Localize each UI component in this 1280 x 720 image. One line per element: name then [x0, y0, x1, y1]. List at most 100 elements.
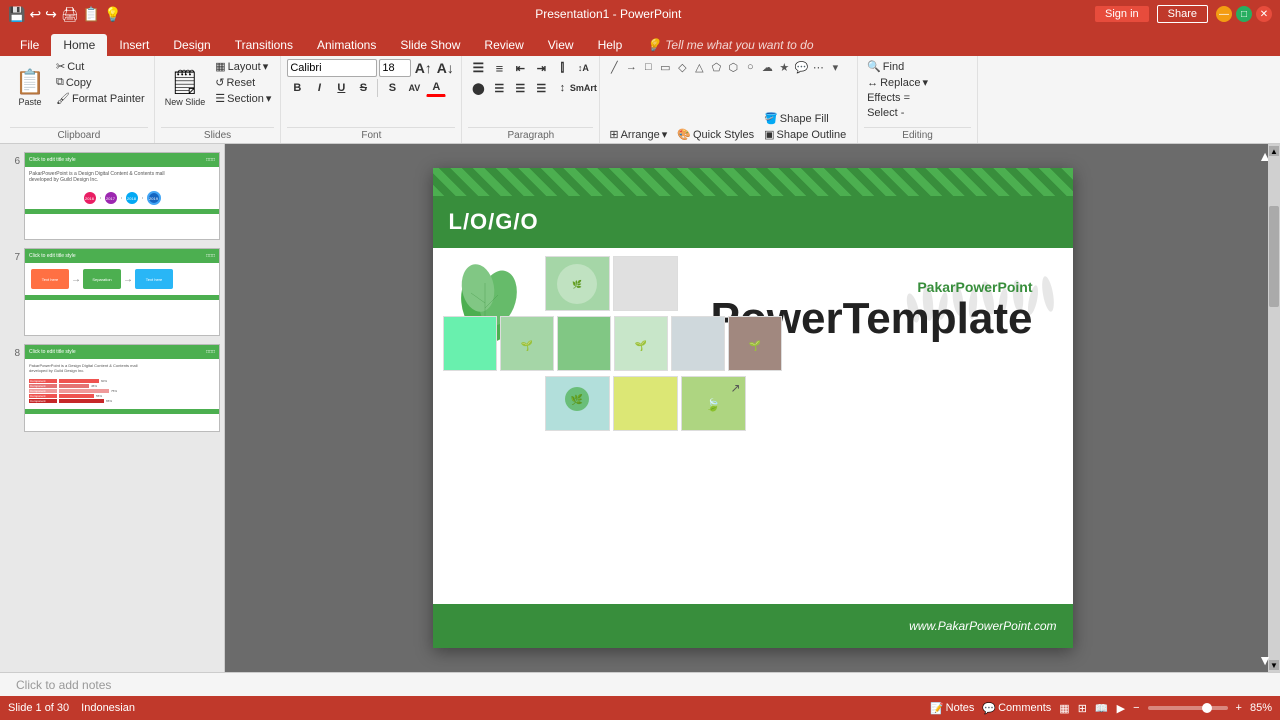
slide-canvas[interactable]: L/O/G/O [433, 168, 1073, 648]
slide-thumbnail-8[interactable]: Click to edit title style □□□ PakarPower… [24, 344, 220, 432]
slide-thumbnail-6[interactable]: Click to edit title style □□□ PakarPower… [24, 152, 220, 240]
zoom-thumb[interactable] [1202, 703, 1212, 713]
tab-design[interactable]: Design [161, 34, 222, 56]
font-color-button[interactable]: A [426, 79, 446, 97]
maximize-button[interactable]: □ [1236, 6, 1252, 22]
shape-star[interactable]: ★ [776, 59, 792, 75]
slide-thumbnail-7[interactable]: Click to edit title style □□□ Text here … [24, 248, 220, 336]
shape-hexagon[interactable]: ⬡ [725, 59, 741, 75]
replace-button[interactable]: ↔ Replace ▾ [864, 75, 931, 90]
scroll-up-arrow[interactable]: ▲ [1269, 146, 1279, 156]
align-center-button[interactable]: ☰ [489, 79, 509, 97]
shadow-button[interactable]: S [382, 79, 402, 97]
quick-styles-button[interactable]: 🎨 Quick Styles [674, 111, 757, 144]
bullets-button[interactable]: ☰ [468, 59, 488, 77]
tab-file[interactable]: File [8, 34, 51, 56]
effects-button[interactable]: Effects = [864, 91, 931, 105]
font-name-input[interactable] [287, 59, 377, 77]
underline-button[interactable]: U [331, 79, 351, 97]
save-icon[interactable]: 💾 [8, 6, 25, 23]
decrease-indent-button[interactable]: ⇤ [510, 59, 530, 77]
scroll-down-button[interactable]: ▼ [1258, 652, 1272, 668]
convert-smartart-button[interactable]: SmArt [573, 79, 593, 97]
shape-more[interactable]: ⋯ [810, 59, 826, 75]
tab-insert[interactable]: Insert [107, 34, 161, 56]
align-right-button[interactable]: ☰ [510, 79, 530, 97]
tab-help[interactable]: Help [586, 34, 635, 56]
arrange-button[interactable]: ⊞ Arrange ▾ [606, 111, 670, 144]
shape-diamond[interactable]: ◇ [674, 59, 690, 75]
clipboard-icon[interactable]: 📋 [83, 6, 100, 23]
help-icon[interactable]: 💡 [104, 6, 121, 23]
shape-line[interactable]: ╱ [606, 59, 622, 75]
align-left-button[interactable]: ⬤ [468, 79, 488, 97]
shape-rect[interactable]: □ [640, 59, 656, 75]
share-button[interactable]: Share [1157, 5, 1208, 23]
increase-font-button[interactable]: A↑ [413, 59, 433, 77]
redo-icon[interactable]: ↪ [45, 6, 57, 23]
notes-placeholder[interactable]: Click to add notes [16, 678, 111, 692]
char-spacing-button[interactable]: AV [404, 79, 424, 97]
notes-button[interactable]: 📝 Notes [930, 702, 974, 715]
slide-show-button[interactable]: ▶ [1117, 702, 1125, 715]
tab-slideshow[interactable]: Slide Show [388, 34, 472, 56]
tab-tell-me[interactable]: 💡 Tell me what you want to do [634, 34, 825, 56]
paste-button[interactable]: 📋 Paste [10, 59, 50, 119]
slide-item-6[interactable]: 6 Click to edit title style □□□ PakarPow… [4, 152, 220, 240]
slide-item-8[interactable]: 8 Click to edit title style □□□ PakarPow… [4, 344, 220, 432]
reset-button[interactable]: ↺ Reset [212, 75, 274, 90]
shape-outline-button[interactable]: ▣ Shape Outline [761, 127, 851, 142]
vertical-scrollbar[interactable]: ▲ ▼ [1268, 144, 1280, 672]
slide-item-7[interactable]: 7 Click to edit title style □□□ Text her… [4, 248, 220, 336]
normal-view-button[interactable]: ▦ [1059, 702, 1069, 715]
new-slide-button[interactable]: 🗒 New Slide [161, 59, 210, 119]
notes-bar[interactable]: Click to add notes [0, 672, 1280, 696]
shape-callout[interactable]: 💬 [793, 59, 809, 75]
decrease-font-button[interactable]: A↓ [435, 59, 455, 77]
tab-animations[interactable]: Animations [305, 34, 388, 56]
signin-button[interactable]: Sign in [1095, 6, 1149, 22]
tab-view[interactable]: View [536, 34, 586, 56]
close-button[interactable]: ✕ [1256, 6, 1272, 22]
zoom-in-button[interactable]: + [1236, 702, 1242, 714]
italic-button[interactable]: I [309, 79, 329, 97]
scroll-thumb[interactable] [1269, 206, 1279, 307]
shape-pentagon[interactable]: ⬠ [708, 59, 724, 75]
tab-home[interactable]: Home [51, 34, 107, 56]
numbering-button[interactable]: ≡ [489, 59, 509, 77]
undo-icon[interactable]: ↩ [29, 6, 41, 23]
svg-text:🌿: 🌿 [572, 279, 582, 289]
tab-transitions[interactable]: Transitions [223, 34, 305, 56]
layout-button[interactable]: ▦ Layout ▾ [212, 59, 274, 74]
zoom-slider[interactable] [1148, 706, 1228, 710]
language-button[interactable]: Indonesian [81, 702, 135, 714]
columns-button[interactable]: ⫿ [552, 59, 572, 77]
section-button[interactable]: ☰ Section ▾ [212, 91, 274, 106]
select-button[interactable]: Select - [864, 106, 931, 120]
minimize-button[interactable]: — [1216, 6, 1232, 22]
text-direction-button[interactable]: ↕A [573, 59, 593, 77]
slide-sorter-button[interactable]: ⊞ [1078, 702, 1087, 715]
shape-triangle[interactable]: △ [691, 59, 707, 75]
comments-button[interactable]: 💬 Comments [982, 702, 1051, 715]
quick-access-toolbar[interactable]: 💾 ↩ ↪ 🖨 📋 💡 [8, 6, 122, 23]
shape-oval[interactable]: ○ [742, 59, 758, 75]
shape-arrow[interactable]: → [623, 59, 639, 75]
shape-dropdown[interactable]: ▾ [827, 59, 843, 75]
justify-button[interactable]: ☰ [531, 79, 551, 97]
format-painter-button[interactable]: 🖌 Format Painter [53, 91, 148, 106]
copy-button[interactable]: ⧉ Copy [53, 75, 148, 90]
reading-view-button[interactable]: 📖 [1095, 702, 1109, 715]
find-button[interactable]: 🔍 Find [864, 59, 931, 74]
zoom-out-button[interactable]: − [1133, 702, 1139, 714]
print-icon[interactable]: 🖨 [61, 6, 79, 23]
bold-button[interactable]: B [287, 79, 307, 97]
shape-fill-button[interactable]: 🪣 Shape Fill [761, 111, 851, 126]
shape-round-rect[interactable]: ▭ [657, 59, 673, 75]
tab-review[interactable]: Review [472, 34, 535, 56]
cut-button[interactable]: ✂ Cut [53, 59, 148, 74]
font-size-input[interactable] [379, 59, 411, 77]
shape-cloud[interactable]: ☁ [759, 59, 775, 75]
strikethrough-button[interactable]: S [353, 79, 373, 97]
increase-indent-button[interactable]: ⇥ [531, 59, 551, 77]
